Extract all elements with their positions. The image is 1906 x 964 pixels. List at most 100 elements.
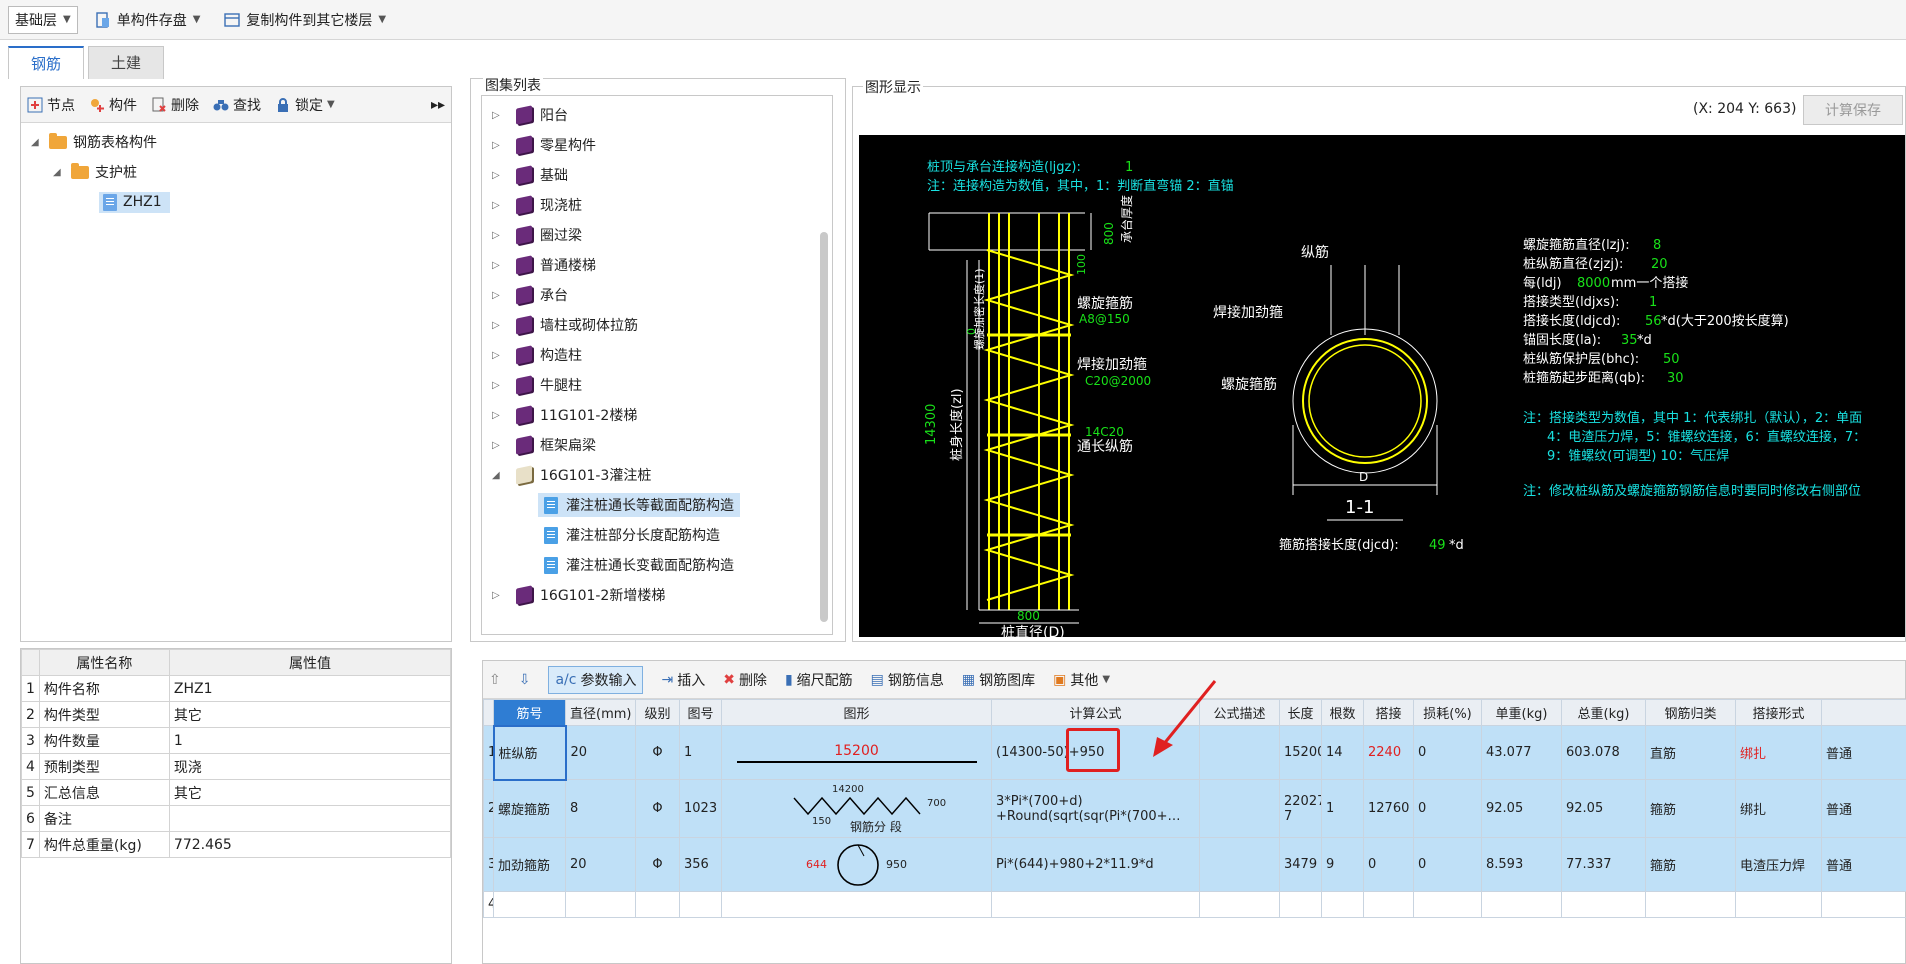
add-node-button[interactable]: 节点 [27, 95, 75, 115]
copy-to-floor-button[interactable]: 复制构件到其它楼层 ▼ [217, 6, 393, 34]
column-header[interactable]: 损耗(%) [1413, 699, 1482, 726]
column-header[interactable]: 级别 [635, 699, 680, 726]
atlas-item[interactable]: ▷ 11G101-2楼梯 [488, 400, 826, 430]
grid-delete-button[interactable]: ✖ 删除 [723, 670, 767, 690]
expand-icon[interactable]: ▷ [492, 380, 504, 391]
formula-cell[interactable]: Pi*(644)+980+2*11.9*d [991, 837, 1200, 892]
atlas-item[interactable]: ▷ 墙柱或砌体拉筋 [488, 310, 826, 340]
other-button[interactable]: ▣ 其他 ▼ [1053, 670, 1110, 690]
column-header[interactable]: 钢筋归类 [1645, 699, 1736, 726]
floor-select[interactable]: 基础层 ▼ [8, 5, 78, 34]
expand-icon[interactable]: ▷ [492, 440, 504, 451]
tree-root[interactable]: ◢ 钢筋表格构件 [31, 127, 441, 157]
prop-value[interactable]: 772.465 [168, 831, 452, 858]
prop-row[interactable]: 6 备注 [21, 805, 452, 832]
shape-cell[interactable]: 15200 [721, 725, 992, 780]
column-header[interactable]: 搭接形式 [1735, 699, 1822, 726]
prop-value[interactable]: ZHZ1 [168, 675, 452, 702]
tree-group[interactable]: ◢ 支护桩 [31, 157, 441, 187]
tree-leaf[interactable]: ZHZ1 [31, 187, 441, 217]
atlas-item[interactable]: 灌注桩通长等截面配筋构造 [488, 490, 826, 520]
find-button[interactable]: 查找 [213, 95, 261, 115]
drawing-canvas[interactable]: 桩顶与承台连接构造(ljgz): 1 注：连接构造为数值，其中，1：判断直弯锚 … [859, 135, 1905, 637]
column-header[interactable]: 搭接 [1363, 699, 1414, 726]
table-row[interactable]: 2 螺旋箍筋 8 Φ 1023 14200 700 150 钢筋分 段 3*Pi… [483, 779, 1906, 838]
expand-icon[interactable]: ▷ [492, 350, 504, 361]
atlas-item[interactable]: ▷ 承台 [488, 280, 826, 310]
shape-cell[interactable]: 644 950 [721, 837, 992, 892]
column-header[interactable] [1821, 699, 1906, 726]
atlas-item[interactable]: ▷ 普通楼梯 [488, 250, 826, 280]
expand-icon[interactable]: ◢ [492, 470, 504, 481]
column-header[interactable]: 根数 [1321, 699, 1364, 726]
scale-button[interactable]: ▮ 缩尺配筋 [785, 670, 853, 690]
expand-icon[interactable]: ▷ [492, 110, 504, 121]
atlas-item[interactable]: ▷ 牛腿柱 [488, 370, 826, 400]
column-header[interactable]: 直径(mm) [565, 699, 636, 726]
formula-cell[interactable]: 3*Pi*(700+d) +Round(sqrt(sqr(Pi*(700+… [991, 779, 1200, 838]
atlas-item[interactable]: ▷ 16G101-2新增楼梯 [488, 580, 826, 610]
expand-icon[interactable]: ▷ [492, 230, 504, 241]
prop-value[interactable]: 其它 [168, 701, 452, 728]
insert-button[interactable]: ⇥ 插入 [661, 670, 705, 690]
prop-row[interactable]: 1 构件名称 ZHZ1 [21, 675, 452, 702]
move-up-icon[interactable]: ⇧ [489, 672, 501, 688]
insert-icon: ⇥ [661, 671, 674, 688]
expand-icon[interactable]: ▸▸ [431, 97, 445, 113]
expand-icon[interactable]: ▷ [492, 140, 504, 151]
atlas-item[interactable]: ▷ 现浇桩 [488, 190, 826, 220]
expand-icon[interactable]: ▷ [492, 260, 504, 271]
expand-icon[interactable]: ▷ [492, 170, 504, 181]
expand-icon[interactable]: ▷ [492, 410, 504, 421]
delete-button[interactable]: 删除 [151, 95, 199, 115]
param-input-button[interactable]: a/c 参数输入 [548, 665, 644, 694]
tab-civil[interactable]: 土建 [88, 46, 165, 79]
prop-value[interactable]: 其它 [168, 779, 452, 806]
expand-icon[interactable]: ▷ [492, 200, 504, 211]
column-header[interactable]: 长度 [1279, 699, 1322, 726]
prop-value[interactable]: 1 [168, 727, 452, 754]
prop-row[interactable]: 7 构件总重量(kg) 772.465 [21, 831, 452, 858]
lock-button[interactable]: 锁定 ▼ [275, 95, 335, 115]
expand-icon[interactable]: ▷ [492, 590, 504, 601]
tab-rebar[interactable]: 钢筋 [8, 46, 85, 79]
svg-text:桩纵筋保护层(bhc):: 桩纵筋保护层(bhc): [1523, 351, 1639, 367]
expand-icon[interactable]: ▷ [492, 290, 504, 301]
graphic-title: 图形显示 [863, 77, 923, 97]
column-header[interactable]: 总重(kg) [1561, 699, 1646, 726]
prop-row[interactable]: 4 预制类型 现浇 [21, 753, 452, 780]
atlas-item[interactable]: ◢ 16G101-3灌注桩 [488, 460, 826, 490]
atlas-item[interactable]: ▷ 圈过梁 [488, 220, 826, 250]
prop-name: 汇总信息 [38, 779, 170, 806]
prop-row[interactable]: 3 构件数量 1 [21, 727, 452, 754]
table-row[interactable]: 4 [483, 891, 1906, 918]
atlas-scrollbar[interactable] [820, 232, 828, 622]
collapse-icon[interactable]: ◢ [31, 137, 43, 148]
move-down-icon[interactable]: ⇩ [519, 672, 531, 688]
prop-value[interactable]: 现浇 [168, 753, 452, 780]
atlas-item[interactable]: ▷ 阳台 [488, 100, 826, 130]
atlas-item[interactable]: 灌注桩通长变截面配筋构造 [488, 550, 826, 580]
atlas-item[interactable]: ▷ 构造柱 [488, 340, 826, 370]
column-header[interactable]: 单重(kg) [1481, 699, 1562, 726]
prop-row[interactable]: 5 汇总信息 其它 [21, 779, 452, 806]
calc-save-button[interactable]: 计算保存 [1803, 95, 1903, 125]
prop-value[interactable] [168, 805, 452, 832]
collapse-icon[interactable]: ◢ [53, 167, 65, 178]
atlas-item[interactable]: 灌注桩部分长度配筋构造 [488, 520, 826, 550]
table-row[interactable]: 3 加劲箍筋 20 Φ 356 644 950 Pi*(644)+980+2*1… [483, 837, 1906, 892]
expand-icon[interactable]: ▷ [492, 320, 504, 331]
save-single-button[interactable]: 单构件存盘 ▼ [88, 6, 208, 34]
atlas-item[interactable]: ▷ 框架扁梁 [488, 430, 826, 460]
svg-text:焊接加劲箍: 焊接加劲箍 [1077, 356, 1147, 373]
rebar-lib-button[interactable]: ▦ 钢筋图库 [962, 670, 1035, 690]
atlas-item[interactable]: ▷ 零星构件 [488, 130, 826, 160]
atlas-item[interactable]: ▷ 基础 [488, 160, 826, 190]
add-component-button[interactable]: 构件 [89, 95, 137, 115]
prop-row[interactable]: 2 构件类型 其它 [21, 701, 452, 728]
shape-cell[interactable]: 14200 700 150 钢筋分 段 [721, 779, 992, 838]
column-header[interactable]: 图号 [679, 699, 722, 726]
column-header[interactable]: 筋号 [493, 699, 566, 726]
rebar-info-button[interactable]: ▤ 钢筋信息 [871, 670, 944, 690]
column-header[interactable]: 图形 [721, 699, 992, 726]
